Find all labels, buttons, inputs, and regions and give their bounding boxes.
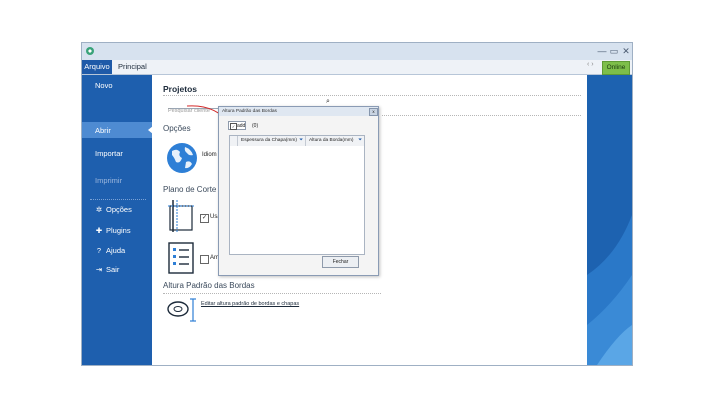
status-badge: Online [602, 61, 630, 75]
sidebar-item-label: Imprimir [95, 176, 123, 185]
dialog-title: Altura Padrão das Bordas [219, 107, 378, 116]
edge-divider [163, 293, 381, 294]
edge-height-heading: Altura Padrão das Bordas [163, 281, 255, 290]
projects-title: Projetos [163, 84, 198, 94]
sidebar-item-open[interactable]: Abrir [95, 126, 111, 135]
title-bar: — ▭ ✕ [82, 43, 632, 60]
brand-swoosh-icon [587, 215, 632, 365]
use-checkbox[interactable]: ✓ [200, 214, 209, 223]
ribbon-nav-arrows[interactable]: ‹ › [587, 61, 594, 68]
sidebar: Novo Abrir Importar Imprimir ✲ Opções ✚ Pl… [82, 75, 153, 365]
sidebar-item-label: Abrir [95, 126, 111, 135]
sidebar-item-label: Opções [106, 205, 132, 214]
close-dialog-button[interactable]: Fechar [322, 256, 359, 268]
sidebar-item-import[interactable]: Importar [95, 149, 123, 158]
app-logo-icon [86, 47, 94, 55]
projects-divider [163, 95, 581, 96]
row-count: (0) [252, 123, 259, 129]
sidebar-item-options[interactable]: ✲ Opções [95, 205, 132, 214]
sidebar-item-label: Sair [106, 265, 120, 274]
dialog-close-icon[interactable]: x [369, 108, 378, 116]
checklist-icon [168, 242, 194, 274]
language-label: Idiom [202, 152, 217, 158]
add-button-label: add [237, 123, 246, 129]
column-header-label: Espessura da Chapa(mm) [241, 138, 297, 143]
column-header-thickness[interactable]: Espessura da Chapa(mm) ⏷ [238, 136, 306, 146]
sidebar-item-plugins[interactable]: ✚ Plugins [95, 226, 131, 235]
sidebar-item-help[interactable]: ? Ajuda [95, 246, 125, 255]
maximize-button[interactable]: ▭ [608, 45, 620, 57]
section-divider [382, 115, 581, 116]
help-icon: ? [96, 246, 102, 255]
exit-icon: ⇥ [95, 265, 103, 274]
selection-pointer-icon [148, 126, 153, 134]
filter-icon[interactable]: ⏷ [299, 136, 303, 146]
row-header-corner [230, 136, 238, 146]
globe-icon[interactable] [166, 142, 198, 174]
sidebar-item-new[interactable]: Novo [95, 81, 113, 90]
sidebar-selection-highlight [82, 122, 152, 138]
add-checkbox-icon: ✓ [230, 123, 237, 130]
cut-frame-icon [168, 200, 194, 232]
sidebar-item-label: Novo [95, 81, 113, 90]
sidebar-item-exit[interactable]: ⇥ Sair [95, 265, 120, 274]
sidebar-item-label: Importar [95, 149, 123, 158]
column-header-label: Altura da Borda(mm) [309, 138, 354, 143]
gear-icon: ✲ [95, 205, 103, 214]
tab-home[interactable]: Principal [118, 60, 147, 74]
edge-height-table[interactable]: Espessura da Chapa(mm) ⏷ Altura da Borda… [229, 135, 365, 255]
minimize-button[interactable]: — [596, 45, 608, 57]
close-window-button[interactable]: ✕ [620, 45, 632, 57]
am-checkbox[interactable] [200, 255, 209, 264]
edit-edge-height-link[interactable]: Editar altura padrão de bordas e chapas [201, 301, 299, 307]
puzzle-icon: ✚ [95, 226, 103, 235]
cut-plan-heading: Plano de Corte [163, 185, 217, 194]
sidebar-item-print[interactable]: Imprimir [95, 176, 122, 185]
edge-height-dialog: Altura Padrão das Bordas x ✓ add (0) Esp… [218, 106, 379, 276]
add-button[interactable]: ✓ add [228, 121, 246, 130]
ribbon-bar: Arquivo Principal ‹ › Online [82, 60, 632, 75]
sidebar-divider [90, 199, 146, 200]
decorative-side-panel [587, 75, 632, 365]
sidebar-item-label: Plugins [106, 226, 131, 235]
edge-roll-icon [167, 298, 196, 322]
search-icon[interactable]: ⌕ [326, 98, 330, 106]
filter-icon[interactable]: ⏷ [358, 136, 362, 146]
column-header-edge-height[interactable]: Altura da Borda(mm) ⏷ [306, 136, 364, 146]
tab-file[interactable]: Arquivo [82, 60, 112, 74]
sidebar-item-label: Ajuda [106, 246, 126, 255]
